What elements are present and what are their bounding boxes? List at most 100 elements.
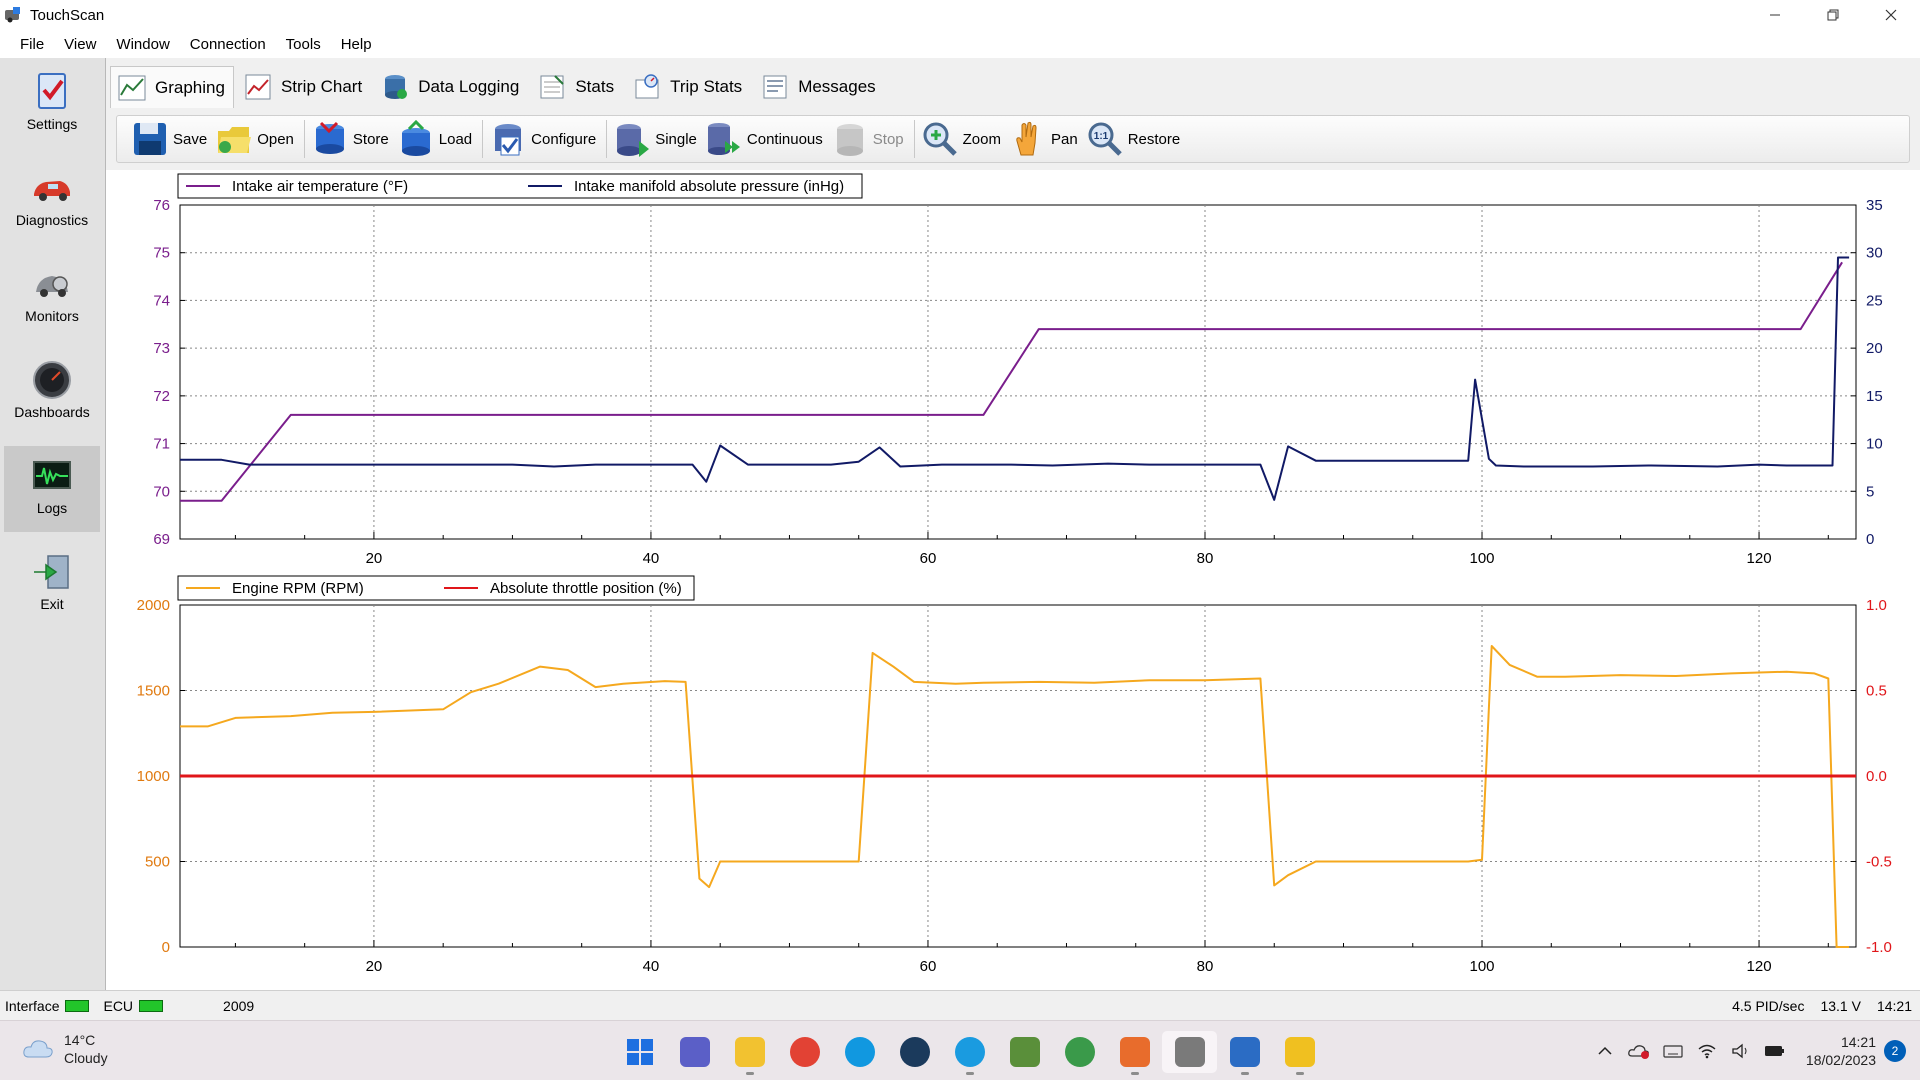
y-tick-label-right: 1.0 bbox=[1866, 597, 1887, 614]
y-tick-label-right: 5 bbox=[1866, 483, 1874, 500]
sidebar-item-label: Exit bbox=[40, 596, 64, 612]
open-folder-icon bbox=[218, 127, 252, 153]
sidebar-item-dashboards[interactable]: Dashboards bbox=[4, 350, 100, 436]
tab-messages[interactable]: Messages bbox=[753, 66, 884, 108]
taskbar-app-10[interactable] bbox=[1162, 1031, 1217, 1073]
toolbar-separator bbox=[303, 120, 305, 158]
zoom-icon bbox=[923, 122, 957, 156]
notification-badge[interactable]: 2 bbox=[1884, 1040, 1906, 1062]
y-tick-label-left: 72 bbox=[153, 388, 170, 405]
notepad-icon bbox=[1229, 1037, 1260, 1067]
y-tick-label-right: 0 bbox=[1866, 531, 1874, 548]
sidebar-item-settings[interactable]: Settings bbox=[4, 62, 100, 148]
restore-window-icon bbox=[1827, 9, 1839, 21]
restore-button[interactable] bbox=[1804, 0, 1862, 30]
taskbar-app-4[interactable] bbox=[832, 1031, 887, 1073]
weather-desc: Cloudy bbox=[64, 1050, 108, 1066]
chart-2: 20 40 60 80 100 120 0 500 1000 1500 2000 -1.0 -0.5 0.… bbox=[137, 575, 1892, 975]
system-tray: 14:21 18/02/2023 2 bbox=[1588, 1021, 1920, 1080]
y-tick-label-left: 76 bbox=[153, 197, 170, 214]
x-tick-label: 40 bbox=[643, 550, 660, 567]
taskbar-app-7[interactable] bbox=[997, 1031, 1052, 1073]
menu-connection[interactable]: Connection bbox=[180, 36, 276, 53]
keyboard-icon[interactable] bbox=[1662, 1040, 1684, 1062]
toolbar-separator bbox=[606, 120, 608, 158]
stop-button[interactable]: Stop bbox=[829, 117, 910, 161]
y-tick-label-right: 20 bbox=[1866, 340, 1883, 357]
configure-label: Configure bbox=[531, 130, 597, 148]
restore-zoom-button[interactable]: 1:1 Restore bbox=[1084, 117, 1187, 161]
y-tick-label-left: 75 bbox=[153, 245, 170, 262]
y-tick-label-left: 73 bbox=[153, 340, 170, 357]
configure-button[interactable]: Configure bbox=[487, 117, 602, 161]
single-button[interactable]: Single bbox=[611, 117, 703, 161]
sidebar: Settings Diagnostics Monitors Dashboards… bbox=[0, 58, 106, 990]
tab-graphing[interactable]: Graphing bbox=[110, 66, 234, 108]
menu-tools[interactable]: Tools bbox=[276, 36, 331, 53]
close-button[interactable] bbox=[1862, 0, 1920, 30]
pan-button[interactable]: Pan bbox=[1007, 117, 1084, 161]
y-tick-label-right: 0.0 bbox=[1866, 768, 1887, 785]
system-clock[interactable]: 14:21 18/02/2023 bbox=[1806, 1033, 1876, 1069]
continuous-button[interactable]: Continuous bbox=[703, 117, 829, 161]
sidebar-item-exit[interactable]: Exit bbox=[4, 542, 100, 628]
minimize-button[interactable] bbox=[1746, 0, 1804, 30]
store-database-icon bbox=[315, 121, 344, 154]
minimize-icon bbox=[1770, 14, 1780, 16]
graph-charts[interactable]: 20 40 60 80 100 120 69 70 71 72 73 74 75 76 0 5 10 15 20 25… bbox=[106, 170, 1920, 990]
sidebar-item-diagnostics[interactable]: Diagnostics bbox=[4, 158, 100, 244]
chevron-up-icon[interactable] bbox=[1594, 1040, 1616, 1062]
zoom-button[interactable]: Zoom bbox=[919, 117, 1007, 161]
taskbar-app-5[interactable] bbox=[887, 1031, 942, 1073]
taskbar-app-2[interactable] bbox=[722, 1031, 777, 1075]
wifi-icon[interactable] bbox=[1696, 1040, 1718, 1062]
taskbar-app-0[interactable] bbox=[612, 1031, 667, 1073]
y-tick-label-right: 30 bbox=[1866, 245, 1883, 262]
menu-bar: File View Window Connection Tools Help bbox=[0, 30, 1920, 58]
edge-dev-icon bbox=[1064, 1037, 1095, 1067]
save-button[interactable]: Save bbox=[129, 117, 213, 161]
store-button[interactable]: Store bbox=[309, 117, 395, 161]
sidebar-item-logs[interactable]: Logs bbox=[4, 446, 100, 532]
touchscan-app-icon bbox=[5, 7, 20, 23]
sidebar-item-monitors[interactable]: Monitors bbox=[4, 254, 100, 340]
stop-label: Stop bbox=[872, 130, 904, 148]
onedrive-error-icon[interactable] bbox=[1628, 1040, 1650, 1062]
taskbar-app-8[interactable] bbox=[1052, 1031, 1107, 1073]
menu-view[interactable]: View bbox=[54, 36, 106, 53]
sidebar-item-label: Settings bbox=[26, 116, 78, 132]
weather-temp: 14°C bbox=[64, 1032, 96, 1048]
taskbar-app-1[interactable] bbox=[667, 1031, 722, 1073]
weather-widget[interactable]: 14°C Cloudy bbox=[22, 1031, 108, 1067]
x-tick-label: 100 bbox=[1470, 958, 1495, 975]
taskbar-app-6[interactable] bbox=[942, 1031, 997, 1075]
taskbar-app-11[interactable] bbox=[1217, 1031, 1272, 1075]
tab-strip-chart[interactable]: Strip Chart bbox=[236, 66, 371, 108]
strip-chart-icon bbox=[245, 74, 271, 100]
speedometer-icon bbox=[33, 361, 71, 399]
single-capture-icon bbox=[617, 124, 650, 157]
load-button[interactable]: Load bbox=[395, 117, 478, 161]
volume-icon[interactable] bbox=[1730, 1040, 1752, 1062]
y-tick-label-left: 1500 bbox=[137, 683, 170, 700]
load-label: Load bbox=[438, 130, 473, 148]
battery-icon[interactable] bbox=[1764, 1040, 1786, 1062]
file-explorer-icon bbox=[734, 1037, 765, 1067]
taskbar-app-9[interactable] bbox=[1107, 1031, 1162, 1075]
x-tick-label: 20 bbox=[366, 550, 383, 567]
taskbar-app-3[interactable] bbox=[777, 1031, 832, 1073]
restore-label: Restore bbox=[1127, 130, 1181, 148]
y-tick-label-left: 2000 bbox=[137, 597, 170, 614]
menu-window[interactable]: Window bbox=[106, 36, 179, 53]
close-icon bbox=[1885, 9, 1897, 21]
x-tick-label: 60 bbox=[920, 958, 937, 975]
taskbar-app-12[interactable] bbox=[1272, 1031, 1327, 1075]
tab-data-logging[interactable]: Data Logging bbox=[373, 66, 528, 108]
open-button[interactable]: Open bbox=[213, 117, 300, 161]
interface-label: Interface bbox=[5, 997, 60, 1014]
menu-help[interactable]: Help bbox=[331, 36, 382, 53]
menu-file[interactable]: File bbox=[10, 36, 54, 53]
tab-label: Graphing bbox=[155, 77, 225, 97]
tab-trip-stats[interactable]: Trip Stats bbox=[625, 66, 751, 108]
tab-stats[interactable]: Stats bbox=[530, 66, 623, 108]
